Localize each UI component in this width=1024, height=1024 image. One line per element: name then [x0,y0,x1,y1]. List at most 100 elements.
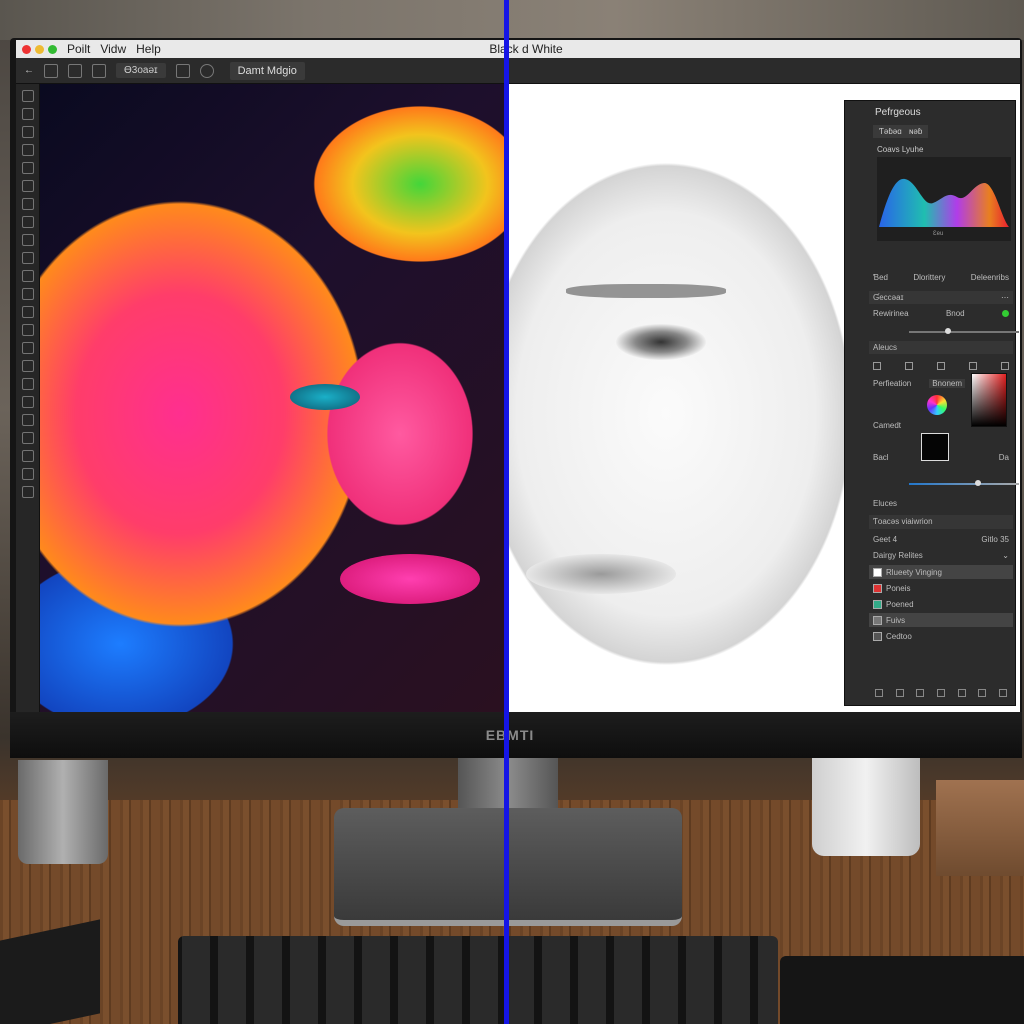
edit-toolbar-icon[interactable] [22,432,34,444]
new-group-icon[interactable] [957,689,966,697]
color-portrait [40,84,506,712]
keyboard [178,936,778,1024]
color-wheel-icon[interactable] [927,395,947,415]
refresh-icon[interactable] [199,63,214,78]
gradient-tool-icon[interactable] [22,270,34,282]
crop-tool-icon[interactable] [22,144,34,156]
row3-field[interactable]: Bnonem [929,379,965,388]
layer-row[interactable]: Poened [869,597,1013,611]
layers-opacity-label[interactable]: Geet 4 [873,535,897,544]
monitor-brand-logo: EBMTI [485,727,535,743]
layer-name: Cedtoo [886,631,912,641]
preset-dropdown[interactable]: Damt Mdgio [229,61,305,80]
exposure-icon[interactable] [969,361,977,370]
vibrance-icon[interactable] [1001,361,1009,370]
screen-mode-icon[interactable] [22,486,34,498]
layer-row[interactable]: Fuivs [869,613,1013,627]
layer-style-icon[interactable] [895,689,904,697]
pen-tool-icon[interactable] [22,324,34,336]
layer-row[interactable]: Cedtoo [869,629,1013,643]
row3-label-a: Perfieation [873,379,912,388]
background-wall [0,0,1024,40]
quick-mask-icon[interactable] [22,468,34,480]
slider-1-knob[interactable] [945,328,951,334]
layer-row[interactable]: Rlueety Vinging [869,565,1013,579]
type-tool-icon[interactable] [22,342,34,354]
section-header-2: Aleucs [869,341,1013,354]
layer-row[interactable]: Poneis [869,581,1013,595]
menu-item-poilt[interactable]: Poilt [67,42,90,56]
adjustment-layer-icon[interactable] [936,689,945,697]
transform-icon[interactable] [92,63,106,78]
layer-name: Fuivs [886,615,906,625]
document-title: Black d White [489,42,563,56]
layer-thumbnail [873,631,882,641]
path-select-icon[interactable] [22,360,34,372]
row2-label-a: Rewirinea [873,309,909,318]
marquee-tool-icon[interactable] [22,108,34,120]
menu-item-help[interactable]: Help [136,42,161,56]
history-brush-icon[interactable] [22,234,34,246]
layers-group-label: Dairgy Relites [873,551,923,560]
brush-tool-icon[interactable] [22,198,34,210]
document-icon[interactable] [44,63,58,78]
hand-tool-icon[interactable] [22,396,34,408]
row1-label-a[interactable]: Ɓed [873,273,888,282]
link-layers-icon[interactable] [875,689,884,697]
white-mug [812,756,920,856]
brightness-icon[interactable] [873,361,881,370]
layers-search-field[interactable]: Ƭoacəs viaiwrion [869,515,1013,529]
shape-tool-icon[interactable] [22,378,34,390]
back-arrow-icon[interactable]: ← [24,65,34,76]
row2-label-b: Bnod [945,309,965,318]
slider-2[interactable] [869,480,1019,487]
new-layer-icon[interactable] [978,689,987,697]
row1-label-c[interactable]: Deleenribs [971,273,1009,282]
section1-menu-icon[interactable]: ⋯ [1001,293,1009,302]
menu-item-vidw[interactable]: Vidw [100,42,126,56]
toggle-on-icon[interactable] [1001,310,1009,317]
layers-fill-label[interactable]: Gitlo 35 [981,535,1009,544]
color-picker-field[interactable] [971,373,1007,427]
tab-secondary[interactable]: ɴəɓ [903,125,929,138]
adjustment-icons-row [869,359,1013,372]
layer-thumbnail [873,615,882,625]
layer-name: Rlueety Vinging [886,567,942,577]
row4-label: Camedt [873,421,902,430]
options-field[interactable]: Ɵ3oaəɪ [116,63,166,78]
grid-icon[interactable] [68,63,82,78]
settings-icon[interactable] [175,63,190,78]
options-bar: ← Ɵ3oaəɪ Damt Mdgio [16,58,1020,84]
slider-2-knob[interactable] [975,480,981,486]
zoom-tool-icon[interactable] [22,414,34,426]
blur-tool-icon[interactable] [22,288,34,300]
zoom-window-icon[interactable] [48,44,57,54]
panel-row-3: Perfieation Bnonem [869,377,969,390]
dodge-tool-icon[interactable] [22,306,34,318]
mask-icon[interactable] [916,689,925,697]
close-window-icon[interactable] [22,44,31,54]
eraser-tool-icon[interactable] [22,252,34,264]
curves-icon[interactable] [937,361,945,370]
section1-label: Ɠeccəaɪ [873,293,904,302]
minimize-window-icon[interactable] [35,44,44,54]
comparison-divider[interactable] [504,0,509,1024]
clone-tool-icon[interactable] [22,216,34,228]
heal-tool-icon[interactable] [22,180,34,192]
panel-title: Pefrgeous [875,107,921,118]
slider-1[interactable] [869,328,1019,335]
levels-icon[interactable] [905,361,913,370]
lasso-tool-icon[interactable] [22,126,34,138]
metal-cup [18,760,108,864]
layers-footer [869,689,1013,701]
eyebrow [566,284,726,298]
layers-group-row[interactable]: Dairgy Relites ⌄ [869,549,1013,562]
row1-label-b[interactable]: Dlorittery [913,273,945,282]
eyedropper-tool-icon[interactable] [22,162,34,174]
trash-icon[interactable] [998,689,1007,697]
move-tool-icon[interactable] [22,90,34,102]
foreground-color-icon[interactable] [22,450,34,462]
chevron-down-icon[interactable]: ⌄ [1002,551,1009,560]
section-header-3: Eluces [869,497,1013,510]
lips [340,554,480,604]
